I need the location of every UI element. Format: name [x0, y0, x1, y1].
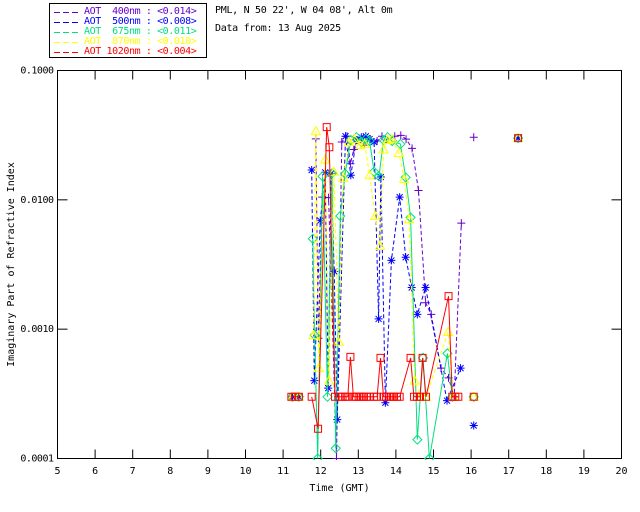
aeronet-refractive-index-chart: AOT 400nm : <0.014>AOT 500nm : <0.008>AO…	[0, 0, 640, 512]
y-tick-label: 0.0010	[20, 324, 54, 335]
y-tick-label: 0.0001	[20, 454, 54, 465]
plus-marker	[457, 219, 465, 227]
x-tick-label: 17	[503, 466, 515, 477]
asterisk-marker	[310, 377, 318, 385]
x-tick-label: 14	[390, 466, 402, 477]
asterisk-marker	[375, 315, 383, 323]
plus-marker	[332, 455, 340, 463]
x-tick-label: 5	[54, 466, 60, 477]
x-tick-label: 13	[352, 466, 364, 477]
y-axis-title: Imaginary Part of Refractive Index	[6, 162, 17, 367]
x-tick-label: 7	[130, 466, 136, 477]
x-tick-label: 16	[465, 466, 477, 477]
triangle-marker	[444, 328, 453, 336]
x-tick-label: 10	[239, 466, 251, 477]
square-marker	[308, 393, 315, 400]
asterisk-marker	[370, 138, 378, 146]
asterisk-marker	[422, 283, 430, 291]
x-tick-label: 9	[205, 466, 211, 477]
x-tick-label: 20	[615, 466, 627, 477]
y-tick-label: 0.0100	[20, 195, 54, 206]
x-tick-label: 8	[167, 466, 173, 477]
x-tick-label: 11	[277, 466, 289, 477]
asterisk-marker	[402, 253, 410, 261]
y-tick-label: 0.1000	[20, 66, 54, 77]
asterisk-marker	[387, 256, 395, 264]
plus-marker	[414, 187, 422, 195]
x-tick-label: 6	[92, 466, 98, 477]
plus-marker	[397, 131, 405, 139]
plus-marker	[408, 144, 416, 152]
x-axis-title: Time (GMT)	[309, 483, 369, 494]
x-tick-label: 15	[427, 466, 439, 477]
x-tick-label: 18	[540, 466, 552, 477]
x-tick-label: 12	[315, 466, 327, 477]
asterisk-marker	[457, 364, 465, 372]
plot-svg: 5 6 7 8 9 10 11 12 13 14 15 16 17 18 19 20 0.1000 0.0100 0…	[0, 0, 640, 512]
asterisk-marker	[308, 166, 316, 174]
asterisk-marker	[333, 416, 341, 424]
x-tick-label: 19	[578, 466, 590, 477]
asterisk-marker	[470, 421, 478, 429]
plus-marker	[470, 133, 478, 141]
asterisk-marker	[413, 310, 421, 318]
asterisk-marker	[396, 193, 404, 201]
data-series	[288, 124, 523, 463]
